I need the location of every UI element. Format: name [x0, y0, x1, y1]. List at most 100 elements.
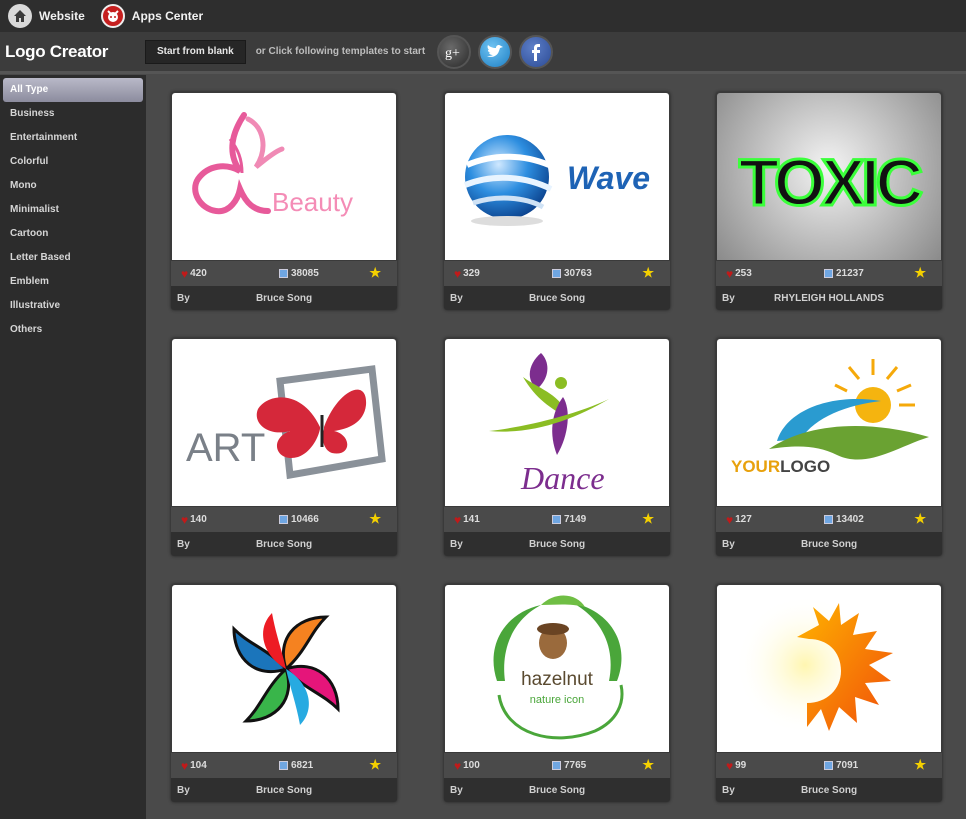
- like-count[interactable]: ♥ 140: [181, 513, 207, 527]
- edit-count-value: 7091: [836, 760, 859, 771]
- template-thumbnail[interactable]: YOURLOGO: [717, 339, 941, 506]
- twitter-button[interactable]: [478, 34, 513, 69]
- apps-center-icon: [100, 4, 125, 28]
- edit-icon: [279, 761, 288, 770]
- category-entertainment[interactable]: Entertainment: [3, 126, 143, 150]
- author-name[interactable]: Bruce Song: [444, 785, 670, 796]
- star-icon[interactable]: ★: [642, 266, 654, 280]
- template-thumbnail[interactable]: Dance: [445, 339, 669, 506]
- star-icon[interactable]: ★: [914, 266, 926, 280]
- like-count-value: 104: [190, 760, 207, 771]
- template-thumbnail[interactable]: [172, 585, 396, 752]
- star-icon[interactable]: ★: [369, 758, 381, 772]
- logo-subtext: nature icon: [530, 694, 584, 706]
- template-thumbnail[interactable]: hazelnut nature icon: [445, 585, 669, 752]
- heart-icon: ♥: [181, 758, 189, 773]
- category-illustrative[interactable]: Illustrative: [3, 294, 143, 318]
- heart-icon: ♥: [454, 758, 462, 773]
- author-name[interactable]: RHYLEIGH HOLLANDS: [716, 293, 942, 304]
- template-stats: ♥ 140 10466 ★: [171, 507, 397, 532]
- svg-text:g+: g+: [445, 46, 460, 60]
- category-others[interactable]: Others: [3, 318, 143, 342]
- template-card[interactable]: Wave ♥ 329 30763 ★ By Bruce Song: [444, 92, 670, 310]
- star-icon[interactable]: ★: [369, 266, 381, 280]
- heart-icon: ♥: [454, 266, 462, 281]
- star-icon[interactable]: ★: [369, 512, 381, 526]
- like-count[interactable]: ♥ 329: [454, 267, 480, 281]
- category-cartoon[interactable]: Cartoon: [3, 222, 143, 246]
- like-count[interactable]: ♥ 127: [726, 513, 752, 527]
- logo-text: ART: [186, 426, 265, 470]
- website-link[interactable]: Website: [8, 4, 85, 28]
- category-emblem[interactable]: Emblem: [3, 270, 143, 294]
- heart-icon: ♥: [726, 512, 734, 527]
- template-stats: ♥ 141 7149 ★: [444, 507, 670, 532]
- author-name[interactable]: Bruce Song: [171, 785, 397, 796]
- like-count-value: 329: [463, 268, 480, 279]
- google-plus-button[interactable]: g+: [437, 34, 472, 69]
- heart-icon: ♥: [181, 512, 189, 527]
- apps-center-link[interactable]: Apps Center: [100, 4, 204, 28]
- apps-center-label: Apps Center: [131, 9, 204, 23]
- edit-count-value: 7765: [564, 760, 587, 771]
- category-colorful[interactable]: Colorful: [3, 150, 143, 174]
- author-name[interactable]: Bruce Song: [444, 539, 670, 550]
- template-byline: By Bruce Song: [444, 532, 670, 556]
- template-card[interactable]: YOURLOGO ♥ 127 13402 ★ By Bruce Song: [716, 338, 942, 556]
- page-title: Logo Creator: [5, 41, 109, 61]
- edit-count: 38085: [279, 268, 319, 279]
- category-all-type[interactable]: All Type: [3, 78, 143, 102]
- template-thumbnail[interactable]: Wave: [445, 93, 669, 260]
- author-name[interactable]: Bruce Song: [171, 293, 397, 304]
- template-byline: By Bruce Song: [171, 532, 397, 556]
- like-count[interactable]: ♥ 420: [181, 267, 207, 281]
- home-icon: [8, 4, 32, 28]
- template-byline: By Bruce Song: [444, 286, 670, 310]
- template-thumbnail[interactable]: ART: [172, 339, 396, 506]
- star-icon[interactable]: ★: [642, 758, 654, 772]
- template-byline: By RHYLEIGH HOLLANDS: [716, 286, 942, 310]
- category-business[interactable]: Business: [3, 102, 143, 126]
- template-card[interactable]: ART ♥ 140 10466 ★ By Bruce Song: [171, 338, 397, 556]
- like-count[interactable]: ♥ 104: [181, 759, 207, 773]
- heart-icon: ♥: [726, 266, 734, 281]
- author-name[interactable]: Bruce Song: [716, 539, 942, 550]
- star-icon[interactable]: ★: [642, 512, 654, 526]
- template-thumbnail[interactable]: Beauty: [172, 93, 396, 260]
- like-count[interactable]: ♥ 141: [454, 513, 480, 527]
- category-minimalist[interactable]: Minimalist: [3, 198, 143, 222]
- twitter-icon: [487, 44, 504, 57]
- header: Logo Creator Start from blank or Click f…: [0, 32, 966, 74]
- edit-icon: [552, 761, 561, 770]
- author-name[interactable]: Bruce Song: [171, 539, 397, 550]
- facebook-button[interactable]: [519, 34, 554, 69]
- like-count[interactable]: ♥ 99: [726, 759, 746, 773]
- like-count[interactable]: ♥ 253: [726, 267, 752, 281]
- template-card[interactable]: hazelnut nature icon ♥ 100 7765 ★ By Bruc…: [444, 584, 670, 802]
- template-card[interactable]: Dance ♥ 141 7149 ★ By Bruce Song: [444, 338, 670, 556]
- logo-text-your: YOUR: [731, 457, 780, 476]
- edit-icon: [552, 269, 561, 278]
- author-name[interactable]: Bruce Song: [444, 293, 670, 304]
- google-plus-icon: g+: [445, 46, 460, 60]
- star-icon[interactable]: ★: [914, 512, 926, 526]
- template-stats: ♥ 127 13402 ★: [716, 507, 942, 532]
- category-letter-based[interactable]: Letter Based: [3, 246, 143, 270]
- toxic-logo-image: TOXIC: [737, 144, 927, 221]
- template-card[interactable]: ♥ 99 7091 ★ By Bruce Song: [716, 584, 942, 802]
- template-card[interactable]: ♥ 104 6821 ★ By Bruce Song: [171, 584, 397, 802]
- template-card[interactable]: Beauty ♥ 420 38085 ★ By Bruce Song: [171, 92, 397, 310]
- template-thumbnail[interactable]: TOXIC: [717, 93, 941, 260]
- like-count-value: 253: [735, 268, 752, 279]
- logo-text: TOXIC: [739, 145, 922, 219]
- star-icon[interactable]: ★: [914, 758, 926, 772]
- author-name[interactable]: Bruce Song: [716, 785, 942, 796]
- template-stats: ♥ 100 7765 ★: [444, 753, 670, 778]
- like-count[interactable]: ♥ 100: [454, 759, 480, 773]
- start-from-blank-button[interactable]: Start from blank: [145, 39, 246, 64]
- template-thumbnail[interactable]: [717, 585, 941, 752]
- category-mono[interactable]: Mono: [3, 174, 143, 198]
- hazelnut-logo-image: hazelnut nature icon: [493, 595, 624, 740]
- template-card[interactable]: TOXIC ♥ 253 21237 ★ By RHYLEIGH HOLLANDS: [716, 92, 942, 310]
- top-bar: Website Apps Center: [0, 0, 966, 32]
